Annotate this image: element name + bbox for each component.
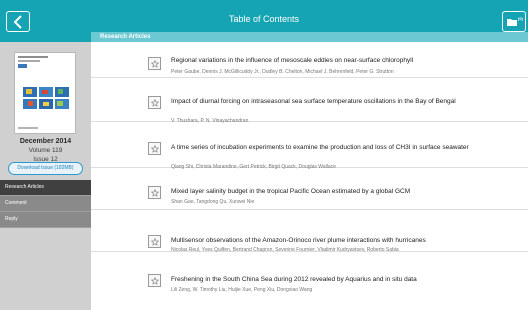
download-issue-button[interactable]: Download Issue (182MB): [8, 162, 83, 175]
issue-date: December 2014: [19, 138, 72, 145]
article-authors: Lili Zeng, W. Timothy Liu, Huijie Xue, P…: [171, 287, 313, 293]
article-row[interactable]: Regional variations in the influence of …: [91, 42, 528, 78]
bookmark-button[interactable]: [148, 235, 161, 248]
cover-figure: [23, 87, 69, 109]
nav-item-research-articles[interactable]: Research Articles: [0, 180, 91, 196]
article-authors: Peter Gaube, Dennis J. McGillicuddy Jr.,…: [171, 69, 394, 75]
issue-cover-image[interactable]: [14, 52, 76, 134]
article-title[interactable]: Mixed layer salinity budget in the tropi…: [171, 187, 471, 196]
bookmark-button[interactable]: [148, 96, 161, 109]
section-header: Research Articles: [91, 32, 528, 42]
article-row[interactable]: Multisensor observations of the Amazon-O…: [91, 210, 528, 253]
star-icon: [151, 238, 159, 246]
folder-icon: [507, 19, 517, 26]
star-icon: [151, 189, 159, 197]
page-title: Table of Contents: [228, 14, 300, 24]
issue-sidebar: December 2014 Volume 119 Issue 12 Downlo…: [0, 42, 91, 310]
article-row[interactable]: A time series of incubation experiments …: [91, 122, 528, 170]
article-title[interactable]: A time series of incubation experiments …: [171, 143, 471, 152]
bookmark-button[interactable]: [148, 57, 161, 70]
bookmark-button[interactable]: [148, 186, 161, 199]
article-list: Research Articles Regional variations in…: [91, 32, 528, 310]
article-row[interactable]: Freshening in the South China Sea during…: [91, 252, 528, 310]
cover-subhead: [18, 60, 40, 62]
star-icon: [151, 277, 159, 285]
bookmark-button[interactable]: [148, 142, 161, 155]
nav-item-reply[interactable]: Reply: [0, 212, 91, 228]
article-row[interactable]: Mixed layer salinity budget in the tropi…: [91, 168, 528, 210]
article-title[interactable]: Freshening in the South China Sea during…: [171, 275, 471, 284]
cover-logo: [18, 64, 27, 68]
cover-masthead: [18, 56, 48, 58]
saved-folder-button[interactable]: (0): [502, 11, 526, 32]
saved-count: (0): [518, 16, 523, 21]
nav-item-comment[interactable]: Comment: [0, 196, 91, 212]
bookmark-button[interactable]: [148, 274, 161, 287]
section-nav: Research Articles Comment Reply: [0, 180, 91, 228]
article-row[interactable]: Impact of diurnal forcing on intraseason…: [91, 78, 528, 124]
article-title[interactable]: Regional variations in the influence of …: [171, 56, 471, 65]
star-icon: [151, 99, 159, 107]
article-title[interactable]: Impact of diurnal forcing on intraseason…: [171, 97, 471, 106]
issue-volume: Volume 119: [28, 147, 63, 154]
star-icon: [151, 60, 159, 68]
article-authors: Shan Gao, Tangdong Qu, Xunwei Nie: [171, 199, 255, 205]
cover-footer: [18, 127, 38, 129]
article-title[interactable]: Multisensor observations of the Amazon-O…: [171, 236, 471, 245]
star-icon: [151, 145, 159, 153]
